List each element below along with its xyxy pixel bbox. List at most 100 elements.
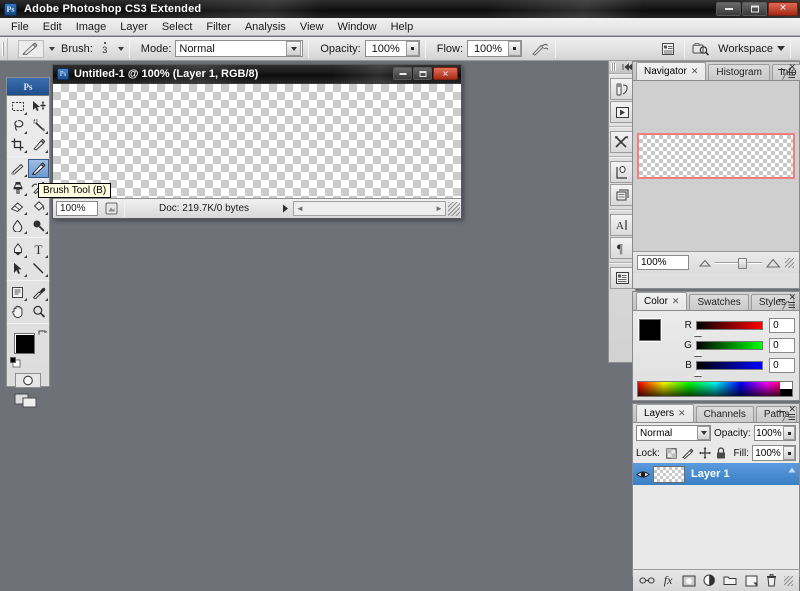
- zoom-out-icon[interactable]: [699, 258, 711, 267]
- tool-flyout-icon[interactable]: [24, 231, 27, 234]
- character-panel-button[interactable]: A: [610, 214, 634, 236]
- paragraph-panel-button[interactable]: ¶: [610, 237, 634, 259]
- canvas[interactable]: [53, 83, 461, 198]
- zoom-in-icon[interactable]: [766, 258, 781, 268]
- close-panel-icon[interactable]: ✕: [788, 405, 796, 414]
- brush-tool-preview-icon[interactable]: [18, 39, 44, 58]
- menu-item-window[interactable]: Window: [330, 20, 383, 34]
- marquee-tool[interactable]: [7, 97, 28, 116]
- tool-flyout-icon[interactable]: [45, 255, 48, 258]
- screen-mode-toggle[interactable]: [7, 390, 49, 412]
- options-bar-grip[interactable]: [0, 37, 8, 60]
- scroll-right-icon[interactable]: ►: [433, 204, 445, 213]
- channel-b-value[interactable]: 0: [769, 358, 795, 373]
- zoom-tool[interactable]: [28, 302, 49, 321]
- workspace-chevron-down-icon[interactable]: [777, 46, 785, 51]
- channel-r-knob[interactable]: [693, 330, 702, 336]
- document-minimize-button[interactable]: [393, 67, 412, 80]
- layer-thumbnail[interactable]: [653, 465, 685, 483]
- layer-fill-input[interactable]: 100%: [752, 445, 796, 461]
- navigator-resize-grip[interactable]: [785, 257, 794, 268]
- close-icon[interactable]: ✕: [678, 408, 686, 419]
- blend-mode-select[interactable]: Normal: [636, 425, 712, 441]
- trash-icon[interactable]: [763, 572, 781, 590]
- spectrum-black-white-swatch[interactable]: [780, 382, 792, 396]
- brush-preset-picker-arrow-icon[interactable]: [49, 46, 55, 51]
- histogram-panel-button[interactable]: [610, 267, 634, 289]
- navigator-panel-menu-icon[interactable]: [782, 71, 796, 80]
- tool-flyout-icon[interactable]: [24, 150, 27, 153]
- close-panel-icon[interactable]: ✕: [788, 293, 796, 302]
- pen-tool[interactable]: [7, 240, 28, 259]
- document-zoom-field[interactable]: 100%: [56, 201, 98, 216]
- animation-panel-button[interactable]: [610, 101, 634, 123]
- lock-paint-icon[interactable]: [682, 447, 694, 459]
- flow-input[interactable]: 100%: [467, 40, 523, 57]
- eyedropper-tool[interactable]: [28, 283, 49, 302]
- channel-g-value[interactable]: 0: [769, 338, 795, 353]
- lock-transparency-icon[interactable]: [666, 447, 677, 459]
- tool-flyout-icon[interactable]: [24, 131, 27, 134]
- menu-item-help[interactable]: Help: [384, 20, 421, 34]
- line-shape-tool[interactable]: [28, 259, 49, 278]
- reset-colors-icon[interactable]: [10, 357, 21, 368]
- tab-color[interactable]: Color ✕: [636, 292, 688, 310]
- menu-item-filter[interactable]: Filter: [199, 20, 237, 34]
- dodge-tool[interactable]: [28, 216, 49, 235]
- mask-icon[interactable]: [680, 572, 698, 590]
- clone-source-panel-button[interactable]: [610, 161, 634, 183]
- layer-visibility-eye-icon[interactable]: [633, 469, 653, 480]
- tool-flyout-icon[interactable]: [24, 212, 27, 215]
- healing-brush-tool[interactable]: [7, 159, 28, 178]
- tool-flyout-icon[interactable]: [45, 298, 48, 301]
- document-close-button[interactable]: ✕: [433, 67, 458, 80]
- maximize-button[interactable]: [742, 2, 767, 16]
- menu-item-analysis[interactable]: Analysis: [238, 20, 293, 34]
- brush-tool[interactable]: [28, 159, 49, 178]
- tool-flyout-icon[interactable]: [24, 112, 27, 115]
- dock-grip[interactable]: [611, 63, 616, 71]
- tab-channels[interactable]: Channels: [695, 406, 754, 422]
- layer-row[interactable]: Layer 1: [633, 463, 799, 485]
- notes-tool[interactable]: [7, 283, 28, 302]
- folder-icon[interactable]: [721, 572, 739, 590]
- swap-colors-icon[interactable]: [37, 330, 48, 341]
- color-panel-menu-icon[interactable]: [782, 301, 796, 310]
- minimize-panel-icon[interactable]: [778, 68, 786, 70]
- navigator-zoom-slider[interactable]: [715, 256, 762, 270]
- adjustment-circle-icon[interactable]: [701, 572, 719, 590]
- link-icon[interactable]: [638, 572, 656, 590]
- type-tool[interactable]: T: [28, 240, 49, 259]
- opacity-stepper-icon[interactable]: [405, 41, 419, 56]
- workspace-label[interactable]: Workspace: [718, 43, 773, 55]
- airbrush-icon[interactable]: [530, 40, 550, 58]
- quick-mask-toggle[interactable]: [7, 370, 49, 390]
- eraser-tool[interactable]: [7, 197, 28, 216]
- minimize-panel-icon[interactable]: [778, 298, 786, 300]
- channel-b-slider[interactable]: [693, 361, 764, 376]
- tool-flyout-icon[interactable]: [45, 212, 48, 215]
- close-panel-icon[interactable]: ✕: [788, 63, 796, 72]
- layers-resize-grip[interactable]: [783, 575, 793, 586]
- resize-grip[interactable]: [448, 201, 460, 216]
- paint-bucket-tool[interactable]: [28, 197, 49, 216]
- brush-options-arrow-icon[interactable]: [117, 46, 124, 51]
- layers-panel-menu-icon[interactable]: [782, 413, 796, 422]
- navigator-zoom-field[interactable]: 100%: [637, 255, 689, 270]
- menu-item-layer[interactable]: Layer: [113, 20, 155, 34]
- channel-r-slider[interactable]: [693, 321, 764, 336]
- navigator-view-box[interactable]: [637, 133, 795, 179]
- channel-b-knob[interactable]: [693, 370, 702, 376]
- crop-tool[interactable]: [7, 135, 28, 154]
- close-button[interactable]: ✕: [768, 2, 798, 16]
- path-selection-tool[interactable]: [7, 259, 28, 278]
- lock-all-icon[interactable]: [716, 447, 726, 459]
- color-panel-foreground-swatch[interactable]: [638, 318, 662, 342]
- minimize-button[interactable]: [716, 2, 741, 16]
- lasso-tool[interactable]: [7, 116, 28, 135]
- menu-item-edit[interactable]: Edit: [36, 20, 69, 34]
- lock-move-icon[interactable]: [698, 447, 711, 459]
- slider-knob[interactable]: [737, 257, 747, 269]
- chevron-down-icon[interactable]: [697, 426, 711, 440]
- new-layer-icon[interactable]: [742, 572, 760, 590]
